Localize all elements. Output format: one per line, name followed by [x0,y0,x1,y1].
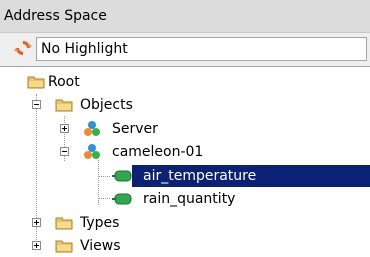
tree-node-cameleon[interactable]: cameleon-01 [0,141,370,163]
variable-icon [112,193,132,205]
tree-node-objects[interactable]: Objects [0,94,370,116]
collapse-objects-button[interactable] [32,100,41,109]
panel-title: Address Space [4,8,107,24]
tree-label-types: Types [80,215,120,231]
expand-views-button[interactable] [32,241,41,250]
tree-label-objects: Objects [80,97,133,113]
folder-icon [27,76,45,89]
tree-node-air-temperature[interactable]: air_temperature [0,165,370,187]
tree-label-rain-quantity: rain_quantity [143,191,236,207]
tree-label-server: Server [112,121,158,137]
address-space-tree: Root Objects Server cameleon-01 air_temp… [0,66,370,257]
collapse-cameleon-button[interactable] [60,147,69,156]
variable-icon [112,170,132,182]
folder-icon [55,240,73,253]
tree-label-cameleon: cameleon-01 [112,144,204,160]
highlight-toolbar: No Highlight [0,33,370,66]
tree-node-views[interactable]: Views [0,235,370,257]
tree-node-rain-quantity[interactable]: rain_quantity [0,188,370,210]
folder-icon [55,217,73,230]
tree-label-root: Root [48,74,80,90]
highlight-dropdown[interactable]: No Highlight [36,37,367,61]
tree-node-root[interactable]: Root [0,71,370,93]
object-icon [84,121,100,136]
folder-icon [55,99,73,112]
tree-label-air-temperature: air_temperature [143,168,257,184]
address-space-header: Address Space [0,0,370,33]
tree-node-server[interactable]: Server [0,118,370,140]
refresh-icon[interactable] [14,39,32,57]
expand-types-button[interactable] [32,218,41,227]
tree-node-types[interactable]: Types [0,212,370,234]
tree-label-views: Views [80,238,121,254]
expand-server-button[interactable] [60,124,69,133]
highlight-dropdown-value: No Highlight [41,41,128,57]
object-icon [84,144,100,159]
